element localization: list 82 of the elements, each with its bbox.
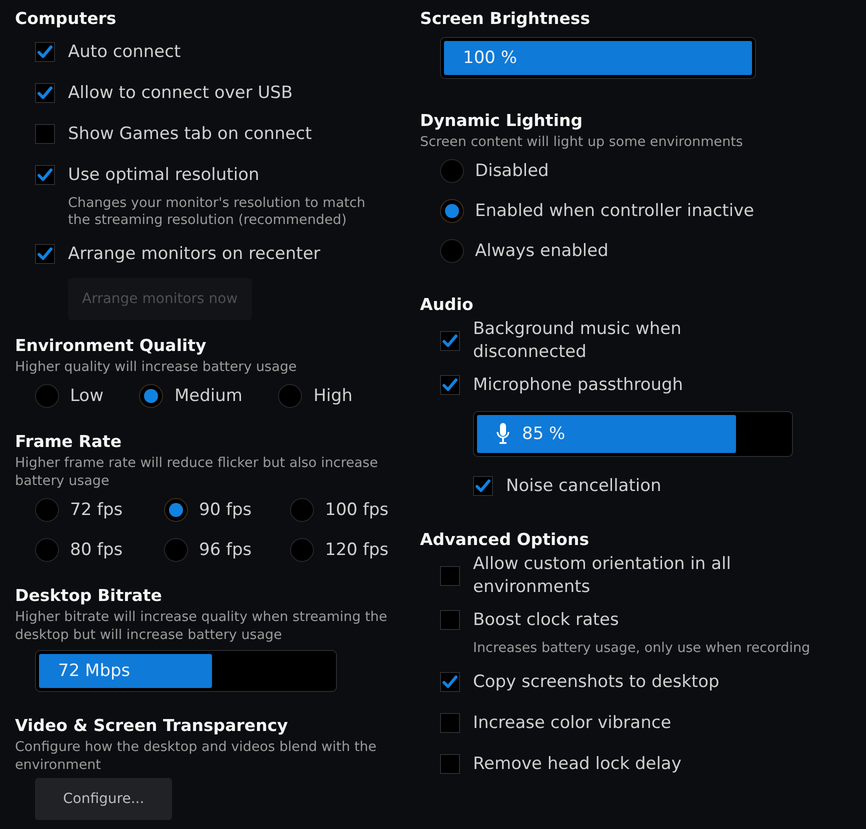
section-heading: Environment Quality bbox=[15, 335, 208, 357]
radio-button[interactable] bbox=[278, 384, 302, 408]
section-heading: Computers bbox=[15, 8, 118, 30]
action-button[interactable]: Configure... bbox=[35, 778, 172, 820]
radio-label: High bbox=[313, 386, 353, 406]
section-description: Configure how the desktop and videos blend with the environment bbox=[15, 738, 378, 774]
check-icon bbox=[37, 247, 53, 261]
checkbox[interactable] bbox=[440, 672, 460, 692]
checkbox[interactable] bbox=[440, 754, 460, 774]
radio-button[interactable] bbox=[139, 384, 164, 408]
check-icon bbox=[475, 479, 491, 493]
section-description: Higher frame rate will reduce flicker but also increase battery usage bbox=[15, 454, 379, 490]
radio-label: 80 fps bbox=[70, 540, 123, 560]
radio-button[interactable] bbox=[35, 384, 59, 408]
section-heading: Desktop Bitrate bbox=[15, 585, 163, 607]
radio-button[interactable] bbox=[290, 498, 314, 522]
radio-label: Disabled bbox=[475, 161, 549, 181]
check-icon bbox=[442, 334, 458, 348]
checkbox-label: Auto connect bbox=[68, 40, 181, 64]
section-description: Screen content will light up some environments bbox=[420, 133, 744, 151]
section-heading: Screen Brightness bbox=[420, 8, 592, 30]
section-heading: Advanced Options bbox=[420, 529, 590, 551]
check-icon bbox=[442, 378, 458, 392]
section-heading: Video & Screen Transparency bbox=[15, 715, 289, 737]
section-heading: Frame Rate bbox=[15, 431, 123, 453]
section-heading: Dynamic Lighting bbox=[420, 110, 584, 132]
radio-label: Always enabled bbox=[475, 241, 608, 261]
checkbox[interactable] bbox=[473, 476, 493, 496]
checkbox[interactable] bbox=[35, 165, 55, 185]
slider[interactable]: 72 Mbps bbox=[35, 650, 337, 692]
checkbox-label: Noise cancellation bbox=[506, 474, 662, 498]
radio-label: Enabled when controller inactive bbox=[475, 201, 754, 221]
checkbox-label: Background music when disconnected bbox=[473, 318, 682, 364]
checkbox-label: Microphone passthrough bbox=[473, 374, 684, 396]
checkbox[interactable] bbox=[35, 83, 55, 103]
radio-label: 72 fps bbox=[70, 500, 123, 520]
checkbox[interactable] bbox=[440, 375, 460, 395]
slider-value: 85 % bbox=[522, 424, 566, 444]
checkbox-label: Allow to connect over USB bbox=[68, 82, 293, 104]
checkbox-label: Boost clock rates bbox=[473, 608, 619, 632]
checkbox[interactable] bbox=[440, 713, 460, 733]
option-note: Increases battery usage, only use when recording bbox=[472, 640, 812, 657]
slider-value: 72 Mbps bbox=[58, 661, 130, 681]
checkbox[interactable] bbox=[35, 244, 55, 264]
radio-label: 100 fps bbox=[325, 500, 388, 520]
section-description: Higher bitrate will increase quality when streaming the desktop but will increase battery usage bbox=[15, 608, 388, 644]
slider[interactable]: 100 % bbox=[440, 37, 756, 79]
radio-label: 96 fps bbox=[199, 540, 252, 560]
radio-label: Medium bbox=[174, 386, 242, 406]
radio-button[interactable] bbox=[35, 498, 59, 522]
checkbox-label: Remove head lock delay bbox=[473, 752, 682, 776]
radio-button[interactable] bbox=[290, 538, 314, 562]
radio-button[interactable] bbox=[164, 538, 188, 562]
slider-value: 100 % bbox=[463, 48, 518, 68]
radio-label: Low bbox=[70, 386, 104, 406]
checkbox-label: Increase color vibrance bbox=[473, 712, 672, 734]
section-description: Higher quality will increase battery usage bbox=[15, 358, 298, 376]
checkbox[interactable] bbox=[440, 610, 460, 630]
radio-button[interactable] bbox=[440, 239, 464, 263]
checkbox[interactable] bbox=[35, 42, 55, 62]
check-icon bbox=[442, 675, 458, 689]
section-heading: Audio bbox=[420, 294, 474, 316]
option-note: Changes your monitor's resolution to match the streaming resolution (recommended) bbox=[67, 195, 366, 229]
radio-button[interactable] bbox=[35, 538, 59, 562]
radio-button[interactable] bbox=[440, 159, 464, 183]
checkbox[interactable] bbox=[440, 331, 460, 351]
check-icon bbox=[37, 168, 53, 182]
checkbox-label: Use optimal resolution bbox=[68, 164, 260, 186]
microphone-icon bbox=[496, 422, 510, 446]
checkbox-label: Allow custom orientation in all environments bbox=[473, 553, 732, 599]
check-icon bbox=[37, 86, 53, 100]
checkbox[interactable] bbox=[35, 124, 55, 144]
slider[interactable]: 85 % bbox=[473, 411, 793, 457]
checkbox-label: Arrange monitors on recenter bbox=[68, 242, 320, 266]
checkbox-label: Copy screenshots to desktop bbox=[473, 670, 720, 694]
check-icon bbox=[37, 45, 53, 59]
radio-label: 120 fps bbox=[325, 540, 388, 560]
radio-label: 90 fps bbox=[199, 500, 252, 520]
checkbox[interactable] bbox=[440, 566, 460, 586]
radio-button[interactable] bbox=[440, 199, 464, 223]
checkbox-label: Show Games tab on connect bbox=[68, 122, 312, 146]
radio-button[interactable] bbox=[164, 498, 188, 522]
